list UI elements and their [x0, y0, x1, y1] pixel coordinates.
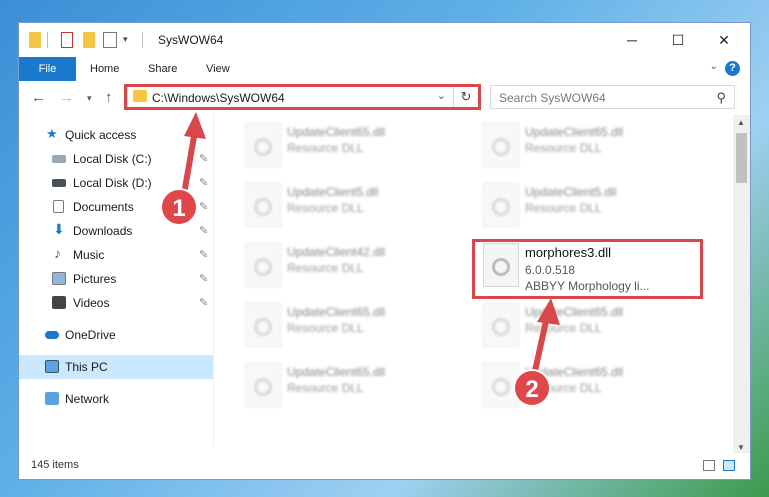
step-badge-2: 2 [513, 369, 551, 407]
arrow-1-head [184, 112, 206, 139]
step-badge-1: 1 [160, 188, 198, 226]
arrow-overlay [180, 112, 560, 381]
arrow-2-head [537, 298, 560, 325]
